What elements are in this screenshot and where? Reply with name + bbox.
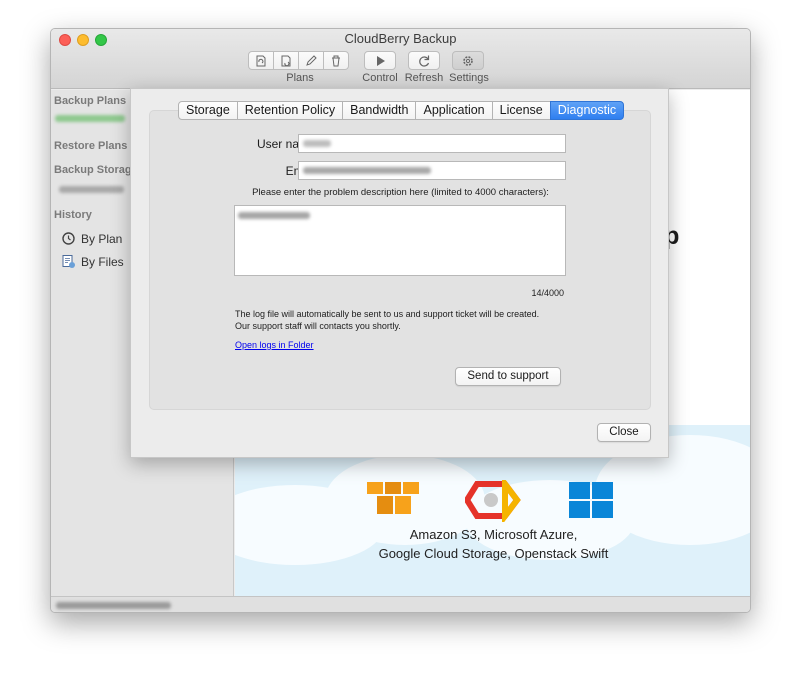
settings-label: Settings: [449, 72, 489, 84]
log-notice: The log file will automatically be sent …: [235, 309, 540, 331]
sidebar-item-by-plan[interactable]: By Plan: [61, 231, 122, 246]
refresh-group: [408, 51, 440, 70]
title-bar: CloudBerry Backup Plans Control Refresh …: [51, 29, 750, 89]
sidebar-item-by-files[interactable]: By Files: [61, 254, 124, 269]
backup-plan-item[interactable]: [55, 115, 125, 122]
backup-storage-heading: Backup Storage: [54, 164, 138, 176]
refresh-label: Refresh: [404, 72, 444, 84]
providers-line-2: Google Cloud Storage, Openstack Swift: [378, 546, 609, 561]
settings-tabs: Storage Retention Policy Bandwidth Appli…: [178, 101, 625, 120]
delete-plan-button[interactable]: [323, 51, 349, 70]
email-field[interactable]: [298, 161, 566, 180]
close-button[interactable]: Close: [597, 423, 651, 442]
providers-line-1: Amazon S3, Microsoft Azure,: [409, 527, 578, 542]
play-icon: [377, 55, 385, 66]
status-bar: [51, 596, 750, 612]
settings-dialog: Storage Retention Policy Bandwidth Appli…: [130, 88, 669, 458]
providers-text: Amazon S3, Microsoft Azure, Google Cloud…: [235, 525, 750, 563]
control-group: [364, 51, 396, 70]
control-button[interactable]: [364, 51, 396, 70]
description-label: Please enter the problem description her…: [252, 187, 549, 198]
character-counter: 14/4000: [531, 288, 564, 298]
refresh-button[interactable]: [408, 51, 440, 70]
tab-diagnostic[interactable]: Diagnostic: [549, 101, 625, 120]
problem-description-textarea[interactable]: [234, 205, 566, 276]
settings-group: [452, 51, 484, 70]
window-title: CloudBerry Backup: [344, 31, 457, 46]
send-to-support-button[interactable]: Send to support: [455, 367, 561, 386]
amazon-s3-logo: [367, 482, 419, 514]
backup-plans-heading: Backup Plans: [54, 95, 127, 107]
file-history-icon: [62, 255, 75, 268]
tab-license[interactable]: License: [491, 101, 551, 120]
tab-application[interactable]: Application: [415, 101, 493, 120]
edit-plan-button[interactable]: [298, 51, 324, 70]
status-text: [56, 602, 171, 609]
history-clock-icon: [62, 232, 75, 245]
pencil-icon: [306, 54, 317, 66]
trash-icon: [332, 55, 340, 66]
open-logs-link[interactable]: Open logs in Folder: [235, 340, 314, 350]
by-files-label: By Files: [81, 254, 124, 269]
restore-plan-icon: [281, 55, 291, 66]
backup-plan-icon: [256, 55, 266, 66]
refresh-icon: [419, 55, 430, 67]
tab-storage[interactable]: Storage: [178, 101, 238, 120]
restore-plans-heading: Restore Plans: [54, 140, 128, 152]
google-cloud-logo: [465, 480, 521, 522]
new-backup-plan-button[interactable]: [248, 51, 274, 70]
windows-azure-logo: [569, 482, 613, 518]
backup-storage-item[interactable]: [59, 186, 124, 193]
tab-bandwidth[interactable]: Bandwidth: [342, 101, 417, 120]
gear-icon: [463, 55, 473, 66]
history-heading: History: [54, 209, 92, 221]
plans-label: Plans: [286, 72, 314, 84]
new-restore-plan-button[interactable]: [273, 51, 299, 70]
control-label: Control: [362, 72, 398, 84]
tab-retention-policy[interactable]: Retention Policy: [236, 101, 344, 120]
username-field[interactable]: [298, 134, 566, 153]
by-plan-label: By Plan: [81, 231, 123, 246]
settings-button[interactable]: [452, 51, 484, 70]
plans-button-group: [248, 51, 349, 70]
